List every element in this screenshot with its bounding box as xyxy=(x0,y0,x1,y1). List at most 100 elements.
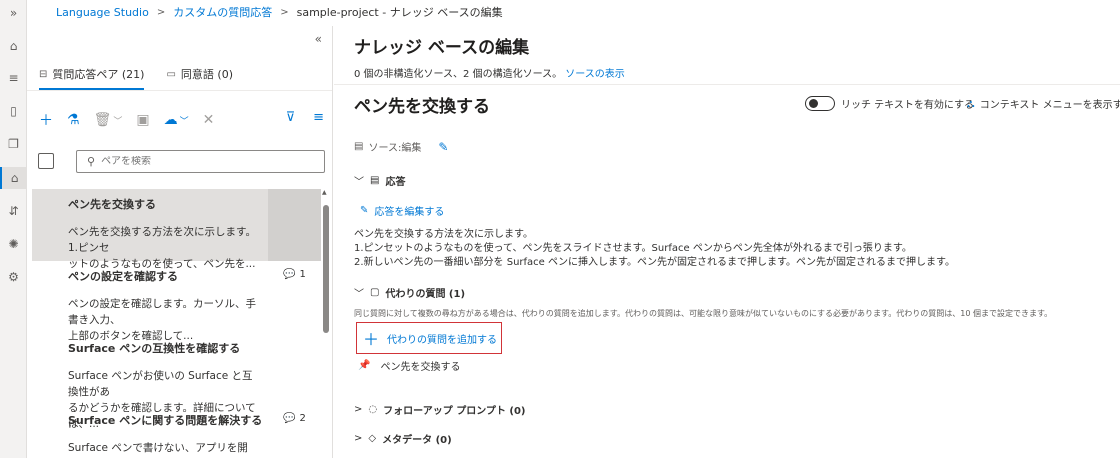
followup-icon: ◌ xyxy=(368,404,378,415)
deploy-cloud-icon[interactable]: ☁ ﹀ xyxy=(164,112,189,128)
save-icon[interactable]: ▣ xyxy=(136,112,149,128)
search-box[interactable]: ⚲ xyxy=(76,150,325,173)
qa-pair-desc-line1: Surface ペンがお使いの Surface と互換性があ xyxy=(68,370,253,398)
storage-icon[interactable]: ▯ xyxy=(0,100,27,122)
header-divider xyxy=(334,84,1120,85)
toggle-switch[interactable] xyxy=(805,96,835,111)
edit-source-pencil-icon[interactable]: ✎ xyxy=(438,140,448,154)
answer-text: ペン先を交換する方法を次に示します。 1.ピンセットのようなものを使って、ペン先… xyxy=(354,228,955,270)
delete-icon[interactable]: 🗑 ﹀ xyxy=(94,112,123,128)
chevron-right-icon: > xyxy=(156,6,166,18)
rich-text-toggle[interactable]: リッチ テキストを有効にする xyxy=(805,96,974,111)
answer-line: 2.新しいペン先の一番細い部分を Surface ペンに挿入します。ペン先が固定… xyxy=(354,257,955,268)
alt-questions-section-header[interactable]: ﹀ ▢ 代わりの質問 (1) xyxy=(354,285,465,300)
source-label: ソース:編集 xyxy=(368,143,422,154)
settings-icon[interactable]: ⚙ xyxy=(0,266,27,288)
test-flask-icon[interactable]: ⚗ xyxy=(67,112,80,128)
bulb-icon[interactable]: ✺ xyxy=(0,233,27,255)
view-sources-link[interactable]: ソースの表示 xyxy=(565,69,625,80)
alt-question-text: ペン先を交換する xyxy=(380,362,461,373)
pencil-icon: ✎ xyxy=(360,205,369,216)
collapse-panel-icon[interactable]: « xyxy=(315,32,322,46)
rich-text-label: リッチ テキストを有効にする xyxy=(841,100,974,111)
qa-pair-title: ペンの設定を確認する xyxy=(68,270,178,283)
plus-icon: ＋ xyxy=(363,330,380,349)
list-item[interactable]: Surface ペンの互換性を確認する Surface ペンがお使いの Surf… xyxy=(32,333,321,430)
add-icon[interactable]: ＋ xyxy=(39,110,53,130)
close-icon[interactable]: ✕ xyxy=(203,112,215,128)
pin-icon[interactable]: 📌 xyxy=(358,360,370,371)
qa-pair-title: ペン先を交換する xyxy=(68,198,156,211)
alt-questions-heading: 代わりの質問 (1) xyxy=(385,289,466,300)
qa-pair-side: 💬 2 xyxy=(268,405,321,458)
answer-section-header[interactable]: ﹀ ▤ 応答 xyxy=(354,173,405,188)
list-item[interactable]: ペンの設定を確認する ペンの設定を確認します。カーソル、手書き入力、 上部のボタ… xyxy=(32,261,321,342)
qa-toolbar-right: ⊽ ≡ xyxy=(286,110,324,125)
alt-questions-note: 同じ質問に対して複数の尋ね方がある場合は、代わりの質問を追加します。代わりの質問… xyxy=(354,309,1053,318)
scrollbar-thumb[interactable] xyxy=(323,205,329,333)
hierarchy-icon: ⛬ xyxy=(967,96,975,110)
answer-line: 1.ピンセットのようなものを使って、ペン先をスライドさせます。Surface ペ… xyxy=(354,243,912,254)
breadcrumb-language-studio[interactable]: Language Studio xyxy=(56,6,149,19)
synonyms-icon: ▭ xyxy=(166,68,176,80)
select-all-checkbox[interactable] xyxy=(38,153,54,169)
document-icon: ▤ xyxy=(370,175,380,186)
edit-kb-icon[interactable]: ⌂ xyxy=(0,167,27,189)
alt-questions-count: 2 xyxy=(299,413,306,424)
followup-heading: フォローアップ プロンプト (0) xyxy=(383,406,526,417)
home-icon[interactable]: ⌂ xyxy=(0,35,27,57)
context-menu-button[interactable]: ⛬ コンテキスト メニューを表示する xyxy=(967,96,1120,112)
qa-pair-side xyxy=(268,189,321,261)
tab-qa-pairs[interactable]: ⊟ 質問応答ペア (21) xyxy=(39,66,145,90)
list-scrollbar[interactable]: ▲ xyxy=(322,189,330,458)
kb-subtitle-text: 0 個の非構造化ソース、2 個の構造化ソース。 xyxy=(354,69,563,80)
question-title: ペン先を交換する xyxy=(354,97,490,117)
edit-answer-button[interactable]: ✎ 応答を編集する xyxy=(360,203,444,218)
left-rail: » ⌂ ≡ ▯ ❐ ⌂ ⇵ ✺ ⚙ xyxy=(0,0,27,458)
metadata-section-header[interactable]: > ◇ メタデータ (0) xyxy=(354,431,452,446)
breadcrumb-custom-qa[interactable]: カスタムの質問応答 xyxy=(173,4,272,20)
alt-question-item[interactable]: 📌 ペン先を交換する xyxy=(358,358,460,373)
answer-line: ペン先を交換する方法を次に示します。 xyxy=(354,229,533,240)
followup-section-header[interactable]: > ◌ フォローアップ プロンプト (0) xyxy=(354,402,526,417)
alt-questions-count: 1 xyxy=(299,269,306,280)
deploy-icon[interactable]: ⇵ xyxy=(0,200,27,222)
qa-pair-title: Surface ペンの互換性を確認する xyxy=(68,342,241,355)
list-item[interactable]: Surface ペンに関する問題を解決する Surface ペンで書けない、アプ… xyxy=(32,405,321,458)
scroll-up-icon[interactable]: ▲ xyxy=(322,189,327,196)
list-icon[interactable]: ≡ xyxy=(0,67,27,89)
tag-icon: ◇ xyxy=(368,433,377,444)
qa-pairs-panel: « ⊟ 質問応答ペア (21) ▭ 同意語 (0) ＋ ⚗ 🗑 ﹀ ▣ ☁ ﹀ ✕ … xyxy=(27,26,333,458)
search-input[interactable] xyxy=(101,156,302,167)
sort-icon[interactable]: ≡ xyxy=(313,110,324,125)
qa-pair-desc-line1: ペンの設定を確認します。カーソル、手書き入力、 xyxy=(68,298,256,326)
editor-panel: ナレッジ ベースの編集 0 個の非構造化ソース、2 個の構造化ソース。 ソースの… xyxy=(334,0,1120,458)
alt-questions-count-icon: 💬 xyxy=(283,413,296,424)
source-icon: ▤ xyxy=(354,141,364,152)
list-item[interactable]: ペン先を交換する ペン先を交換する方法を次に示します。1.ピンセ ットのようなも… xyxy=(32,189,321,270)
tab-synonyms-label: 同意語 (0) xyxy=(180,68,233,81)
chevron-right-icon: > xyxy=(354,404,363,415)
chevron-down-icon: ﹀ xyxy=(354,177,364,188)
page-title: ナレッジ ベースの編集 xyxy=(354,38,530,58)
tab-synonyms[interactable]: ▭ 同意語 (0) xyxy=(166,66,233,88)
knowledge-icon[interactable]: ❐ xyxy=(0,133,27,155)
qa-pair-desc-line1: Surface ペンで書けない、アプリを開けない、 xyxy=(68,442,248,454)
kb-subtitle: 0 個の非構造化ソース、2 個の構造化ソース。 ソースの表示 xyxy=(354,65,625,80)
answer-heading: 応答 xyxy=(385,177,406,188)
tabs-divider xyxy=(27,90,332,91)
filter-icon[interactable]: ⊽ xyxy=(286,110,296,125)
add-alt-question-label: 代わりの質問を追加する xyxy=(387,334,498,346)
left-tabs: ⊟ 質問応答ペア (21) ▭ 同意語 (0) xyxy=(39,66,233,90)
search-icon: ⚲ xyxy=(87,155,96,168)
chat-bubble-icon: ▢ xyxy=(370,287,380,298)
qa-toolbar: ＋ ⚗ 🗑 ﹀ ▣ ☁ ﹀ ✕ xyxy=(39,110,214,130)
source-row: ▤ ソース:編集 ✎ xyxy=(354,139,448,155)
qa-pair-list: ペン先を交換する ペン先を交換する方法を次に示します。1.ピンセ ットのようなも… xyxy=(32,189,321,458)
chevron-right-icon: > xyxy=(280,6,289,18)
add-alt-question-button[interactable]: ＋ 代わりの質問を追加する xyxy=(356,322,502,354)
expand-icon[interactable]: » xyxy=(0,2,27,24)
qa-pair-desc-line1: ペン先を交換する方法を次に示します。1.ピンセ xyxy=(68,226,256,254)
context-menu-label: コンテキスト メニューを表示する xyxy=(979,100,1120,111)
edit-answer-label: 応答を編集する xyxy=(374,207,445,218)
